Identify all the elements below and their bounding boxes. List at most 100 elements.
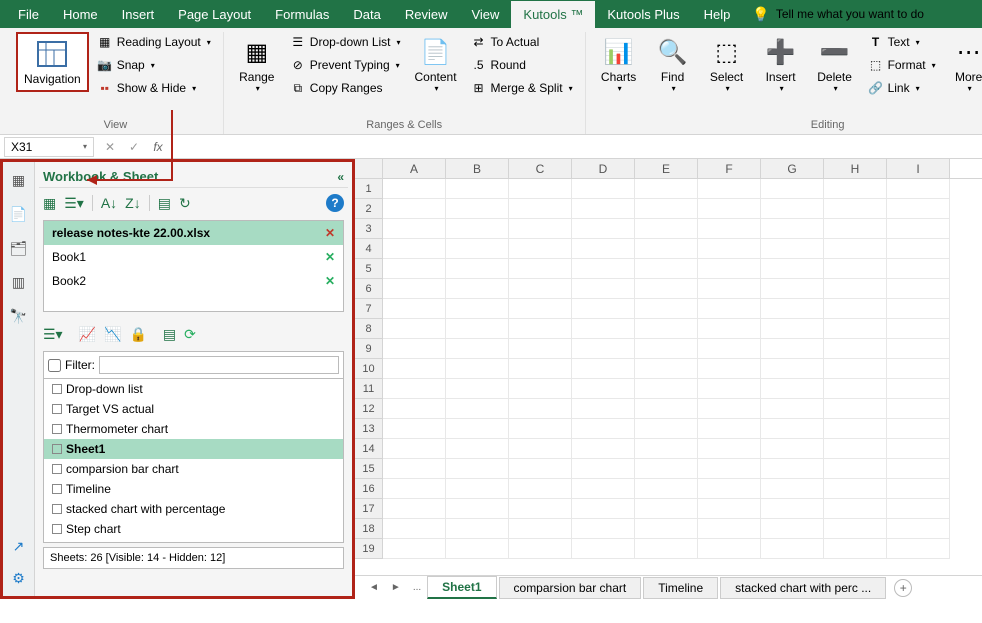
- row-header[interactable]: 4: [355, 239, 383, 259]
- row-header[interactable]: 3: [355, 219, 383, 239]
- cell[interactable]: [635, 459, 698, 479]
- cell[interactable]: [761, 179, 824, 199]
- cell[interactable]: [635, 479, 698, 499]
- cell[interactable]: [509, 199, 572, 219]
- cell[interactable]: [383, 459, 446, 479]
- cell[interactable]: [383, 399, 446, 419]
- cell[interactable]: [572, 179, 635, 199]
- cell[interactable]: [446, 499, 509, 519]
- cell[interactable]: [383, 419, 446, 439]
- cell[interactable]: [698, 319, 761, 339]
- sheet-list-icon[interactable]: ☰▾: [43, 326, 63, 343]
- cell[interactable]: [383, 259, 446, 279]
- tab-view[interactable]: View: [459, 1, 511, 28]
- tab-help[interactable]: Help: [692, 1, 743, 28]
- cell[interactable]: [383, 199, 446, 219]
- cell[interactable]: [635, 219, 698, 239]
- wb-sort-desc-icon[interactable]: Z↓: [125, 195, 141, 211]
- workbook-item[interactable]: release notes-kte 22.00.xlsx ✕: [44, 221, 343, 245]
- cell[interactable]: [698, 519, 761, 539]
- cell[interactable]: [698, 299, 761, 319]
- dropdown-list-button[interactable]: ☰Drop-down List▾: [286, 32, 405, 52]
- sheet-checkbox[interactable]: [52, 484, 62, 494]
- cell[interactable]: [824, 299, 887, 319]
- cell[interactable]: [446, 519, 509, 539]
- cell[interactable]: [572, 439, 635, 459]
- sheet-bar-icon[interactable]: 📉: [104, 326, 121, 343]
- cell[interactable]: [383, 319, 446, 339]
- tell-me-search[interactable]: 💡 Tell me what you want to do: [752, 6, 924, 23]
- row-header[interactable]: 14: [355, 439, 383, 459]
- cell[interactable]: [446, 299, 509, 319]
- cell[interactable]: [698, 219, 761, 239]
- cell[interactable]: [446, 479, 509, 499]
- range-button[interactable]: ▦ Range ▾: [232, 32, 282, 97]
- to-actual-button[interactable]: ⇄To Actual: [467, 32, 577, 52]
- cell[interactable]: [509, 399, 572, 419]
- sheet-tab[interactable]: comparsion bar chart: [499, 577, 642, 599]
- cell[interactable]: [572, 279, 635, 299]
- cell[interactable]: [887, 219, 950, 239]
- workbook-item[interactable]: Book1 ✕: [44, 245, 343, 269]
- col-header[interactable]: B: [446, 159, 509, 178]
- cell[interactable]: [824, 319, 887, 339]
- cell[interactable]: [509, 519, 572, 539]
- cell[interactable]: [698, 179, 761, 199]
- cell[interactable]: [698, 359, 761, 379]
- cell[interactable]: [509, 419, 572, 439]
- tab-data[interactable]: Data: [341, 1, 392, 28]
- tab-home[interactable]: Home: [51, 1, 110, 28]
- cell[interactable]: [635, 439, 698, 459]
- cell[interactable]: [383, 219, 446, 239]
- nav-tab-autotext-icon[interactable]: 📄: [9, 204, 29, 224]
- cell[interactable]: [446, 239, 509, 259]
- row-header[interactable]: 8: [355, 319, 383, 339]
- cell[interactable]: [446, 219, 509, 239]
- col-header[interactable]: E: [635, 159, 698, 178]
- sheet-refresh-icon[interactable]: ⟳: [184, 326, 196, 343]
- col-header[interactable]: F: [698, 159, 761, 178]
- row-header[interactable]: 9: [355, 339, 383, 359]
- cell[interactable]: [572, 239, 635, 259]
- workbook-item[interactable]: Book2 ✕: [44, 269, 343, 293]
- filter-checkbox[interactable]: [48, 359, 61, 372]
- cell[interactable]: [572, 539, 635, 559]
- wb-list-icon[interactable]: ☰▾: [64, 195, 84, 212]
- cell[interactable]: [635, 539, 698, 559]
- filter-input[interactable]: [99, 356, 339, 374]
- cell[interactable]: [572, 299, 635, 319]
- cell[interactable]: [761, 419, 824, 439]
- cell[interactable]: [698, 459, 761, 479]
- cell[interactable]: [572, 519, 635, 539]
- cell[interactable]: [824, 459, 887, 479]
- sheet-checkbox[interactable]: [52, 524, 62, 534]
- cell[interactable]: [635, 499, 698, 519]
- cell[interactable]: [635, 259, 698, 279]
- cell[interactable]: [446, 279, 509, 299]
- wb-help-icon[interactable]: ?: [326, 194, 344, 212]
- cell[interactable]: [698, 239, 761, 259]
- cell[interactable]: [635, 379, 698, 399]
- cell[interactable]: [887, 319, 950, 339]
- cell[interactable]: [761, 379, 824, 399]
- cell[interactable]: [824, 399, 887, 419]
- copy-ranges-button[interactable]: ⧉Copy Ranges: [286, 78, 405, 98]
- cell[interactable]: [572, 259, 635, 279]
- cell[interactable]: [635, 299, 698, 319]
- row-header[interactable]: 17: [355, 499, 383, 519]
- sheet-item[interactable]: Sheet1: [44, 439, 343, 459]
- add-sheet-button[interactable]: +: [894, 579, 912, 597]
- cell[interactable]: [887, 259, 950, 279]
- cell[interactable]: [824, 539, 887, 559]
- cell[interactable]: [572, 359, 635, 379]
- charts-button[interactable]: 📊Charts▾: [594, 32, 644, 97]
- cell[interactable]: [824, 179, 887, 199]
- sheet-tab[interactable]: stacked chart with perc ...: [720, 577, 886, 599]
- cell[interactable]: [509, 359, 572, 379]
- row-header[interactable]: 15: [355, 459, 383, 479]
- cell[interactable]: [509, 279, 572, 299]
- content-button[interactable]: 📄 Content ▾: [409, 32, 463, 97]
- cell[interactable]: [572, 319, 635, 339]
- cell[interactable]: [572, 339, 635, 359]
- link-button[interactable]: 🔗Link▾: [864, 78, 940, 98]
